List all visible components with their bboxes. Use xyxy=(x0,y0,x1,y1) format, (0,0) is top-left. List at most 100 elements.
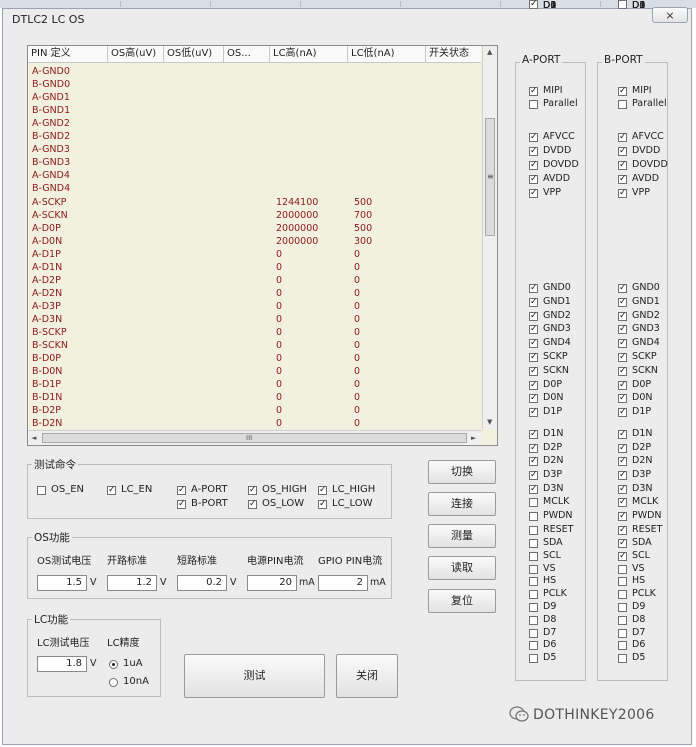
b-port-checkbox-d2p[interactable]: ✓ xyxy=(618,443,627,453)
a-port-checkbox-gnd4[interactable]: ✓ xyxy=(529,339,538,349)
a-port-checkbox[interactable]: ✓ xyxy=(177,486,186,495)
table-row[interactable]: A-GND3 xyxy=(28,143,481,156)
table-row[interactable]: B-SCKN 0 0 xyxy=(28,339,481,352)
col-header-lc-high[interactable]: LC高(nA) xyxy=(270,46,348,62)
b-port-checkbox-d8[interactable] xyxy=(618,615,627,625)
a-port-checkbox-sda[interactable] xyxy=(529,539,538,548)
precision-10na-radio[interactable] xyxy=(109,678,118,687)
a-port-checkbox-dvdd[interactable]: ✓ xyxy=(529,146,538,156)
reset-button[interactable]: 复位 xyxy=(428,589,496,613)
close-button[interactable]: 关闭 xyxy=(336,654,398,698)
a-port-checkbox-d0p[interactable]: ✓ xyxy=(529,380,538,390)
scroll-up-icon[interactable]: ▲ xyxy=(487,48,492,56)
a-port-checkbox-sckp[interactable]: ✓ xyxy=(529,353,538,362)
switch-button[interactable]: 切换 xyxy=(428,460,496,484)
a-port-checkbox-sckn[interactable]: ✓ xyxy=(529,366,538,376)
b-port-checkbox-vpp[interactable]: ✓ xyxy=(618,188,627,198)
scroll-left-icon[interactable]: ◄ xyxy=(31,434,36,442)
table-row[interactable]: A-D0P 2000000 500 xyxy=(28,222,481,235)
table-row[interactable]: A-D1P 0 0 xyxy=(28,248,481,261)
read-button[interactable]: 读取 xyxy=(428,556,496,580)
col-header-os-high[interactable]: OS高(uV) xyxy=(108,46,164,62)
b-port-checkbox-pclk[interactable] xyxy=(618,590,627,600)
a-port-checkbox-dovdd[interactable]: ✓ xyxy=(529,160,538,170)
table-row[interactable]: A-SCKN 2000000 700 xyxy=(28,209,481,222)
a-port-checkbox-mclk[interactable] xyxy=(529,498,538,508)
table-row[interactable]: B-D2N 0 0 xyxy=(28,417,481,430)
a-port-checkbox-d7[interactable] xyxy=(529,628,538,638)
a-port-checkbox-d1n[interactable]: ✓ xyxy=(529,430,538,439)
a-port-checkbox-mipi[interactable]: ✓ xyxy=(529,87,538,96)
b-port-checkbox-dvdd[interactable]: ✓ xyxy=(618,146,627,156)
b-port-checkbox-d9[interactable] xyxy=(618,603,627,612)
table-row[interactable]: B-D1N 0 0 xyxy=(28,391,481,404)
connect-button[interactable]: 连接 xyxy=(428,492,496,516)
a-port-checkbox-d3p[interactable]: ✓ xyxy=(529,470,538,480)
b-port-checkbox-d0n[interactable]: ✓ xyxy=(618,394,627,404)
measure-button[interactable]: 测量 xyxy=(428,524,496,548)
a-port-checkbox-gnd3[interactable]: ✓ xyxy=(529,325,538,335)
grid-vertical-scrollbar[interactable]: ▲ ≡ ▼ xyxy=(482,46,497,429)
pin-grid[interactable]: PIN 定义 OS高(uV) OS低(uV) OS... LC高(nA) LC低… xyxy=(27,45,498,446)
a-port-checkbox-reset[interactable] xyxy=(529,525,538,535)
table-row[interactable]: B-D2P 0 0 xyxy=(28,404,481,417)
b-port-checkbox-gnd3[interactable]: ✓ xyxy=(618,325,627,335)
table-row[interactable]: A-D3P 0 0 xyxy=(28,300,481,313)
b-port-checkbox-vs[interactable] xyxy=(618,564,627,574)
a-port-checkbox-vs[interactable] xyxy=(529,564,538,574)
a-port-checkbox-pclk[interactable] xyxy=(529,590,538,600)
table-row[interactable]: A-SCKP 1244100 500 xyxy=(28,196,481,209)
b-port-checkbox-gnd0[interactable]: ✓ xyxy=(618,284,627,293)
precision-1ua-radio[interactable] xyxy=(109,660,118,669)
b-port-checkbox-afvcc[interactable]: ✓ xyxy=(618,133,627,142)
col-header-lc-low[interactable]: LC低(nA) xyxy=(348,46,426,62)
scroll-right-icon[interactable]: ► xyxy=(471,434,476,442)
b-port-checkbox-sckn[interactable]: ✓ xyxy=(618,366,627,376)
table-row[interactable]: A-GND2 xyxy=(28,117,481,130)
table-row[interactable]: B-SCKP 0 0 xyxy=(28,326,481,339)
os-low-checkbox[interactable]: ✓ xyxy=(248,500,257,509)
b-port-checkbox-pwdn[interactable]: ✓ xyxy=(618,511,627,521)
col-header-pin[interactable]: PIN 定义 xyxy=(28,46,108,62)
b-port-checkbox-gnd4[interactable]: ✓ xyxy=(618,339,627,349)
b-port-checkbox-avdd[interactable]: ✓ xyxy=(618,174,627,184)
a-port-checkbox-avdd[interactable]: ✓ xyxy=(529,174,538,184)
a-port-checkbox-d9[interactable] xyxy=(529,603,538,612)
b-port-checkbox-gnd2[interactable]: ✓ xyxy=(618,311,627,321)
a-port-checkbox-parallel[interactable] xyxy=(529,100,538,109)
short-std-input[interactable]: 0.2 xyxy=(177,575,227,591)
a-port-checkbox-pwdn[interactable] xyxy=(529,511,538,521)
test-button[interactable]: 测试 xyxy=(184,654,325,698)
a-port-checkbox-scl[interactable] xyxy=(529,551,538,561)
b-port-checkbox-sckp[interactable]: ✓ xyxy=(618,353,627,362)
horizontal-scroll-thumb[interactable]: III xyxy=(42,433,467,443)
a-port-checkbox-gnd1[interactable]: ✓ xyxy=(529,297,538,307)
os-en-checkbox[interactable] xyxy=(37,486,46,495)
table-row[interactable]: A-GND0 xyxy=(28,65,481,78)
b-port-checkbox-d3p[interactable]: ✓ xyxy=(618,470,627,480)
b-port-checkbox-d0p[interactable]: ✓ xyxy=(618,380,627,390)
a-port-checkbox-d8[interactable] xyxy=(529,615,538,625)
a-port-checkbox-d0[interactable]: ✓ xyxy=(529,0,538,9)
table-row[interactable]: B-GND0 xyxy=(28,78,481,91)
lc-low-checkbox[interactable]: ✓ xyxy=(318,500,327,509)
table-row[interactable]: B-D0N 0 0 xyxy=(28,365,481,378)
close-window-button[interactable]: ⨯ xyxy=(652,7,688,23)
open-std-input[interactable]: 1.2 xyxy=(107,575,157,591)
table-row[interactable]: A-GND4 xyxy=(28,169,481,182)
b-port-checkbox-d3n[interactable]: ✓ xyxy=(618,484,627,494)
a-port-checkbox-afvcc[interactable]: ✓ xyxy=(529,133,538,142)
b-port-checkbox-parallel[interactable] xyxy=(618,100,627,109)
table-row[interactable]: A-D3N 0 0 xyxy=(28,313,481,326)
lc-en-checkbox[interactable]: ✓ xyxy=(107,486,116,495)
b-port-checkbox-dovdd[interactable]: ✓ xyxy=(618,160,627,170)
os-voltage-input[interactable]: 1.5 xyxy=(37,575,87,591)
a-port-checkbox-gnd0[interactable]: ✓ xyxy=(529,284,538,293)
a-port-checkbox-vpp[interactable]: ✓ xyxy=(529,188,538,198)
table-row[interactable]: B-GND3 xyxy=(28,156,481,169)
table-row[interactable]: A-D2N 0 0 xyxy=(28,287,481,300)
b-port-checkbox-mclk[interactable]: ✓ xyxy=(618,498,627,508)
scroll-down-icon[interactable]: ▼ xyxy=(487,418,492,426)
table-row[interactable]: B-GND2 xyxy=(28,130,481,143)
b-port-checkbox-gnd1[interactable]: ✓ xyxy=(618,297,627,307)
